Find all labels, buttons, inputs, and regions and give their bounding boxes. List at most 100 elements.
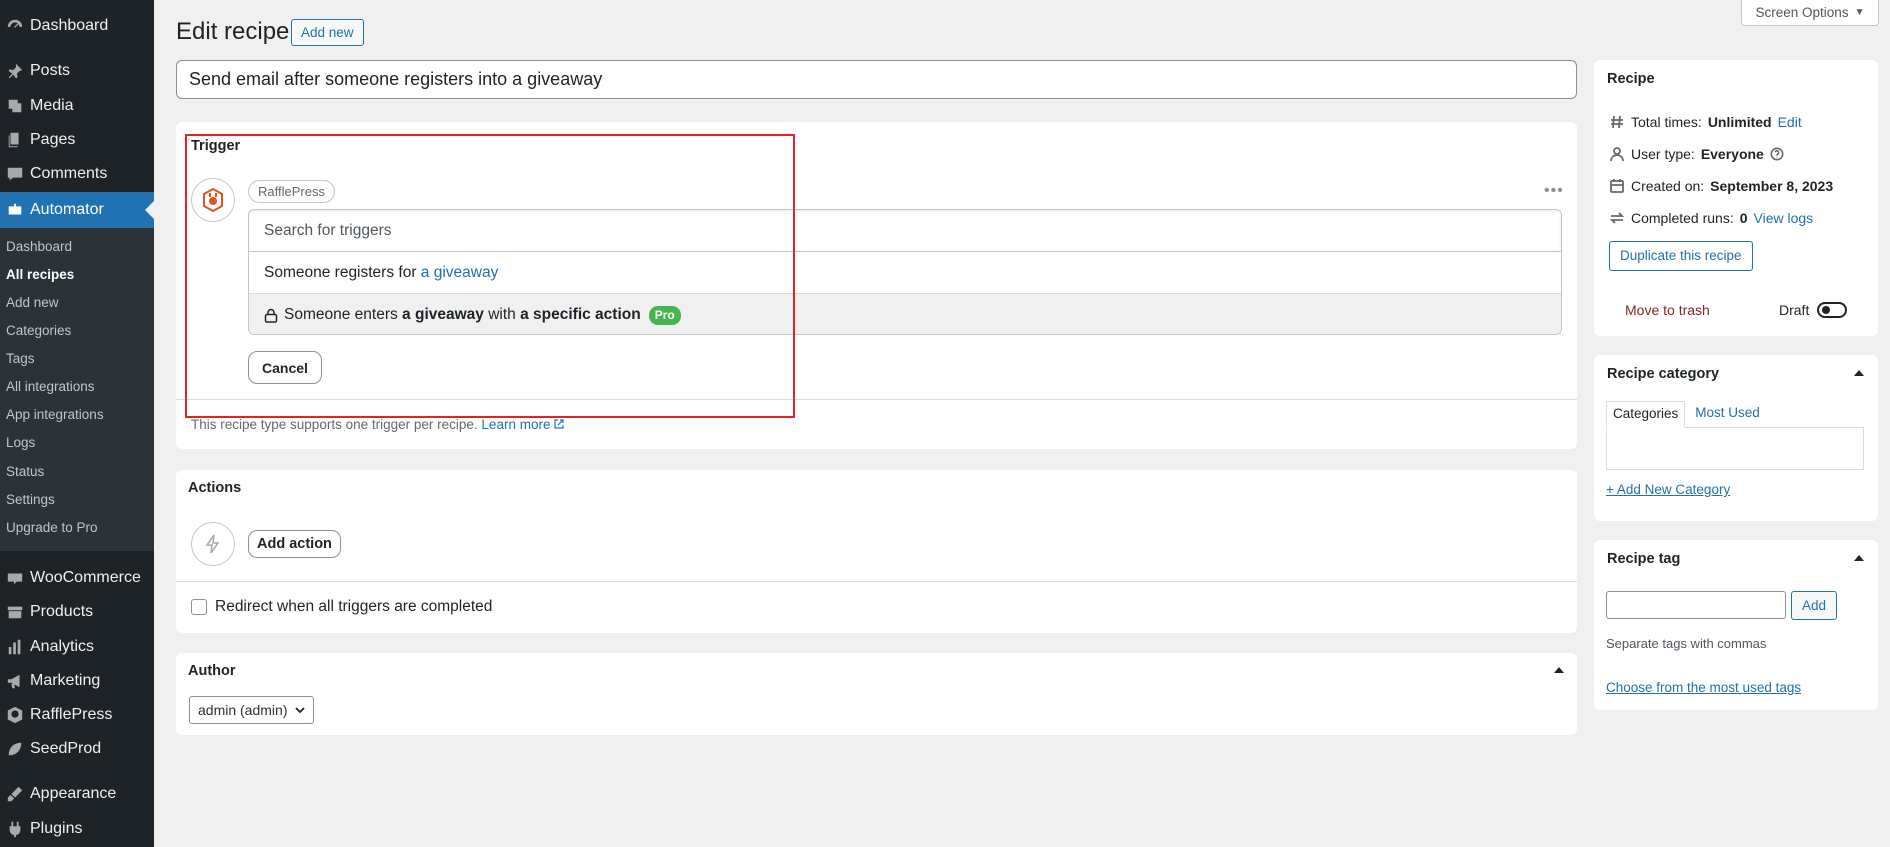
add-action-button[interactable]: Add action (248, 530, 341, 558)
runs-value: 0 (1739, 210, 1748, 226)
redirect-label: Redirect when all triggers are completed (215, 598, 493, 615)
woo-icon (0, 569, 30, 587)
pin-icon (0, 62, 30, 80)
actions-heading: Actions (188, 480, 242, 496)
menu-label: Marketing (30, 672, 101, 689)
duplicate-recipe-button[interactable]: Duplicate this recipe (1609, 241, 1753, 271)
submenu-all-recipes[interactable]: All recipes (6, 265, 74, 285)
brush-icon (0, 785, 30, 803)
user-type-label: User type: (1631, 146, 1695, 162)
category-heading: Recipe category (1607, 366, 1720, 382)
user-type-value: Everyone (1700, 146, 1764, 162)
add-tag-button[interactable]: Add (1791, 591, 1837, 620)
redirect-checkbox[interactable] (191, 599, 207, 615)
toggle-switch[interactable] (1817, 302, 1848, 318)
menu-label: Comments (30, 165, 108, 182)
menu-analytics[interactable]: Analytics (0, 631, 154, 663)
menu-label: Posts (30, 62, 71, 79)
submenu-upgrade[interactable]: Upgrade to Pro (6, 518, 98, 538)
caret-down-icon: ▼ (1854, 7, 1865, 18)
tab-categories[interactable]: Categories (1606, 401, 1686, 428)
recipe-box (1594, 60, 1878, 336)
robot-icon (0, 201, 30, 219)
learn-more-link[interactable]: Learn more (481, 417, 564, 432)
menu-label: Media (30, 97, 74, 114)
submenu-add-new[interactable]: Add new (6, 293, 59, 313)
leaf-icon (0, 740, 30, 758)
menu-rafflepress[interactable]: RafflePress (0, 699, 154, 731)
help-icon[interactable] (1770, 147, 1784, 161)
add-new-button[interactable]: Add new (291, 19, 364, 46)
menu-woocommerce[interactable]: WooCommerce (0, 562, 154, 594)
menu-dashboard[interactable]: Dashboard (0, 10, 154, 42)
most-used-tags-link[interactable]: Choose from the most used tags (1606, 680, 1801, 695)
edit-link[interactable]: Edit (1778, 114, 1802, 130)
hash-icon (1611, 115, 1623, 129)
lightning-icon (205, 534, 220, 554)
tag-input[interactable] (1606, 591, 1786, 619)
tag-heading: Recipe tag (1607, 551, 1681, 567)
runs-label: Completed runs: (1631, 210, 1734, 226)
menu-label: Dashboard (30, 17, 109, 34)
author-value: admin (admin) (198, 702, 288, 718)
view-logs-link[interactable]: View logs (1754, 210, 1814, 226)
megaphone-icon (0, 672, 30, 690)
recipe-box-heading: Recipe (1607, 71, 1655, 87)
menu-comments[interactable]: Comments (0, 158, 154, 190)
collapse-icon[interactable] (1554, 667, 1564, 673)
menu-posts[interactable]: Posts (0, 55, 154, 87)
submenu-settings[interactable]: Settings (6, 490, 55, 510)
trigger-note-text: This recipe type supports one trigger pe… (191, 417, 478, 432)
page-title: Edit recipe (176, 18, 290, 45)
tab-most-used[interactable]: Most Used (1689, 401, 1766, 428)
recipe-title-input[interactable]: Send email after someone registers into … (176, 60, 1577, 99)
action-placeholder-icon (191, 522, 235, 566)
collapse-icon[interactable] (1854, 370, 1864, 376)
menu-label: RafflePress (30, 706, 113, 723)
created-label: Created on: (1631, 178, 1705, 194)
submenu-tags[interactable]: Tags (6, 349, 35, 369)
screen-options-button[interactable]: Screen Options ▼ (1741, 0, 1879, 26)
collapse-icon[interactable] (1854, 555, 1864, 561)
menu-label: Appearance (30, 785, 117, 802)
status-toggle[interactable]: Draft (1779, 302, 1848, 318)
menu-label: Plugins (30, 820, 83, 837)
admin-sidebar: Dashboard Posts Media Pages Comments Aut… (0, 0, 154, 847)
total-times-row: Total times: Unlimited Edit (1609, 114, 1802, 130)
submenu-status[interactable]: Status (6, 462, 44, 482)
comment-icon (0, 165, 30, 183)
submenu-logs[interactable]: Logs (6, 433, 35, 453)
menu-automator[interactable]: Automator (0, 192, 154, 228)
add-new-category-link[interactable]: + Add New Category (1606, 482, 1730, 497)
completed-runs-row: Completed runs: 0 View logs (1609, 210, 1813, 226)
menu-products[interactable]: Products (0, 596, 154, 628)
divider (176, 581, 1577, 582)
category-list (1606, 427, 1864, 470)
move-to-trash-link[interactable]: Move to trash (1625, 302, 1710, 318)
automator-submenu: Dashboard All recipes Add new Categories… (0, 228, 154, 551)
more-options-icon[interactable]: ••• (1544, 182, 1564, 200)
menu-media[interactable]: Media (0, 90, 154, 122)
menu-marketing[interactable]: Marketing (0, 665, 154, 697)
submenu-categories[interactable]: Categories (6, 321, 71, 341)
plug-icon (0, 820, 30, 838)
submenu-app-integrations[interactable]: App integrations (6, 405, 104, 425)
category-tabs: Categories Most Used (1606, 401, 1766, 428)
menu-pages[interactable]: Pages (0, 124, 154, 156)
menu-appearance[interactable]: Appearance (0, 778, 154, 810)
tag-hint: Separate tags with commas (1606, 636, 1767, 651)
menu-plugins[interactable]: Plugins (0, 813, 154, 845)
screen-options-label: Screen Options (1755, 5, 1849, 20)
menu-label: Pages (30, 131, 76, 148)
author-panel (176, 653, 1577, 735)
author-select[interactable]: admin (admin) (189, 696, 315, 724)
calendar-icon (1610, 179, 1624, 193)
redirect-option[interactable]: Redirect when all triggers are completed (191, 598, 492, 616)
menu-label: Automator (30, 201, 104, 218)
raffle-icon (0, 706, 30, 724)
submenu-dashboard[interactable]: Dashboard (6, 237, 72, 257)
submenu-all-integrations[interactable]: All integrations (6, 377, 95, 397)
menu-seedprod[interactable]: SeedProd (0, 733, 154, 765)
dashboard-icon (0, 17, 30, 35)
highlight-box (185, 134, 795, 418)
